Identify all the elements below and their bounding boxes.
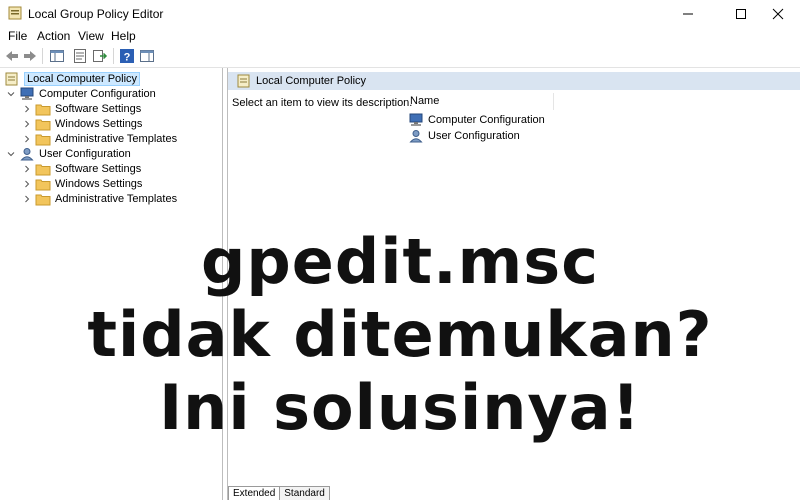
chevron-right-icon[interactable]	[22, 176, 32, 191]
headline-line-1: gpedit.msc	[201, 225, 599, 298]
tree-item-local-computer-policy[interactable]: Local Computer Policy	[4, 71, 141, 86]
tree-item-administrative-templates[interactable]: Administrative Templates	[22, 131, 177, 146]
tree-item-windows-settings[interactable]: Windows Settings	[22, 116, 142, 131]
forward-icon[interactable]	[22, 48, 38, 64]
menu-help[interactable]: Help	[111, 29, 136, 43]
folder-icon	[35, 179, 51, 190]
show-hide-action-pane-icon[interactable]	[139, 48, 155, 64]
chevron-down-icon[interactable]	[6, 86, 16, 101]
maximize-icon	[735, 8, 746, 19]
list-item-label: User Configuration	[428, 130, 520, 142]
properties-icon[interactable]	[72, 48, 88, 64]
show-hide-tree-icon[interactable]	[49, 48, 65, 64]
tree-item-software-settings[interactable]: Software Settings	[22, 101, 141, 116]
description-text: Select an item to view its description.	[232, 97, 413, 109]
help-icon[interactable]: ?	[119, 48, 135, 64]
menu-action[interactable]: Action	[37, 29, 70, 43]
list-item-user-configuration[interactable]: User Configuration	[408, 128, 520, 144]
close-icon	[772, 8, 783, 19]
headline-overlay: gpedit.msc tidak ditemukan? Ini solusiny…	[0, 225, 800, 444]
folder-icon	[35, 119, 51, 130]
chevron-right-icon[interactable]	[22, 191, 32, 206]
window-title: Local Group Policy Editor	[28, 7, 164, 21]
export-list-icon[interactable]	[92, 48, 108, 64]
folder-icon	[35, 104, 51, 115]
minimize-button[interactable]	[665, 0, 710, 27]
view-tabs: Extended Standard	[228, 486, 330, 500]
column-header-name[interactable]: Name	[404, 93, 554, 110]
policy-document-icon	[237, 74, 250, 88]
group-policy-app-icon	[8, 6, 22, 20]
headline-line-3: Ini solusinya!	[159, 371, 641, 444]
tree-label: Software Settings	[55, 162, 142, 175]
chevron-down-icon[interactable]	[6, 146, 16, 161]
tab-standard[interactable]: Standard	[279, 486, 330, 500]
details-header: Local Computer Policy	[228, 72, 800, 90]
tree-label: Windows Settings	[55, 177, 143, 190]
chevron-right-icon[interactable]	[22, 161, 32, 176]
chevron-right-icon[interactable]	[22, 116, 32, 131]
toolbar-separator	[113, 48, 114, 64]
chevron-right-icon[interactable]	[22, 101, 32, 116]
folder-icon	[35, 194, 51, 205]
folder-icon	[35, 134, 51, 145]
list-item-label: Computer Configuration	[428, 114, 545, 126]
tab-extended[interactable]: Extended	[228, 486, 281, 500]
tree-label: User Configuration	[39, 147, 131, 160]
back-icon[interactable]	[4, 48, 20, 64]
close-button[interactable]	[755, 0, 800, 27]
svg-text:?: ?	[124, 52, 131, 64]
tree-label: Administrative Templates	[55, 132, 178, 145]
menu-view[interactable]: View	[78, 29, 104, 43]
toolbar: ?	[0, 45, 800, 68]
folder-icon	[35, 164, 51, 175]
tree-item-user-configuration[interactable]: User Configuration	[6, 146, 131, 161]
tree-label: Software Settings	[55, 102, 142, 115]
tree-item-computer-configuration[interactable]: Computer Configuration	[6, 86, 156, 101]
tree-label: Computer Configuration	[39, 87, 156, 100]
title-bar: Local Group Policy Editor	[0, 0, 800, 27]
tree-item-software-settings[interactable]: Software Settings	[22, 161, 141, 176]
list-item-computer-configuration[interactable]: Computer Configuration	[408, 112, 545, 128]
details-header-title: Local Computer Policy	[256, 75, 367, 87]
tree-item-administrative-templates[interactable]: Administrative Templates	[22, 191, 177, 206]
menu-bar: File Action View Help	[0, 27, 800, 45]
user-icon	[20, 147, 34, 160]
computer-icon	[20, 87, 34, 100]
tree-item-windows-settings[interactable]: Windows Settings	[22, 176, 142, 191]
computer-icon	[409, 113, 423, 126]
toolbar-separator	[42, 48, 43, 64]
tree-label: Windows Settings	[55, 117, 143, 130]
menu-file[interactable]: File	[8, 29, 27, 43]
policy-document-icon	[5, 72, 18, 85]
minimize-icon	[682, 13, 693, 14]
tree-label: Local Computer Policy	[24, 71, 141, 86]
headline-line-2: tidak ditemukan?	[87, 298, 713, 371]
user-icon	[409, 130, 423, 143]
tree-label: Administrative Templates	[55, 192, 178, 205]
chevron-right-icon[interactable]	[22, 131, 32, 146]
